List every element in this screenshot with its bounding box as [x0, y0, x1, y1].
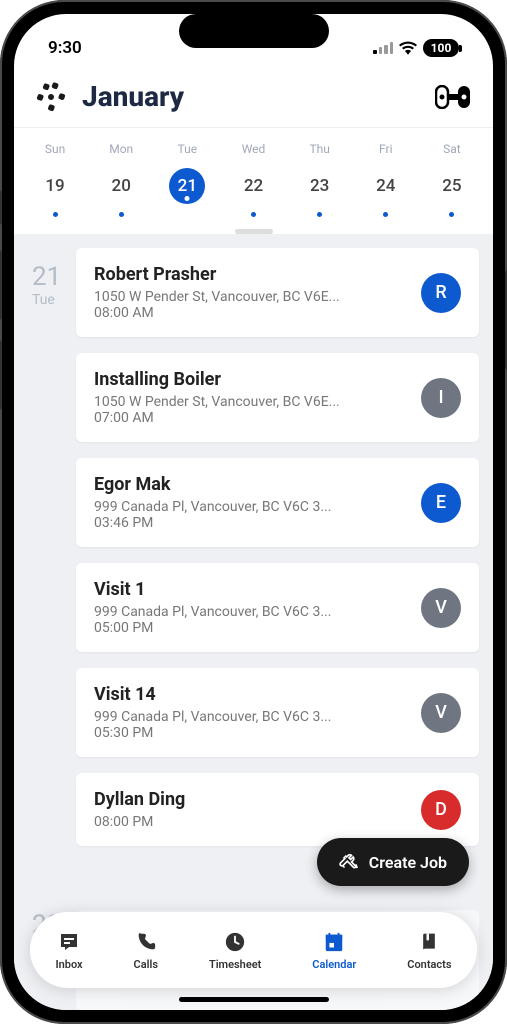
avatar: V — [421, 588, 461, 628]
event-time: 05:30 PM — [94, 725, 331, 741]
phone-icon — [134, 930, 158, 954]
event-dot — [119, 212, 124, 217]
event-card[interactable]: Robert Prasher 1050 W Pender St, Vancouve… — [76, 248, 479, 337]
day-label: 21 Tue — [14, 234, 76, 1010]
event-card[interactable]: Visit 1 999 Canada Pl, Vancouver, BC V6C … — [76, 563, 479, 652]
week-day-thu[interactable]: Thu 23 — [287, 142, 353, 217]
date-number: 24 — [368, 168, 404, 204]
nav-label: Contacts — [407, 958, 451, 971]
date-number: 23 — [302, 168, 338, 204]
screen: 9:30 100 January Sun 19 Mon 20 Tue 21 Wed 22 Thu… — [14, 14, 493, 1010]
create-job-button[interactable]: Create Job — [317, 838, 469, 886]
event-address: 999 Canada Pl, Vancouver, BC V6C 3... — [94, 499, 331, 515]
nav-label: Inbox — [55, 958, 82, 971]
event-address: 999 Canada Pl, Vancouver, BC V6C 3... — [94, 604, 331, 620]
view-switch-icon[interactable] — [435, 85, 471, 109]
event-address: 1050 W Pender St, Vancouver, BC V6E... — [94, 394, 340, 410]
event-dot — [317, 212, 322, 217]
date-number: 19 — [37, 168, 73, 204]
event-title: Robert Prasher — [94, 264, 340, 285]
week-day-fri[interactable]: Fri 24 — [353, 142, 419, 217]
event-title: Visit 1 — [94, 579, 331, 600]
nav-calendar[interactable]: Calendar — [312, 930, 356, 971]
week-day-wed[interactable]: Wed 22 — [220, 142, 286, 217]
event-title: Egor Mak — [94, 474, 331, 495]
week-row: Sun 19 Mon 20 Tue 21 Wed 22 Thu 23 Fri 24 Sat 25 — [14, 128, 493, 223]
nav-timesheet[interactable]: Timesheet — [209, 930, 261, 971]
app-logo-icon[interactable] — [36, 82, 66, 112]
event-time: 08:00 PM — [94, 814, 185, 830]
week-day-sat[interactable]: Sat 25 — [419, 142, 485, 217]
date-number: 20 — [103, 168, 139, 204]
avatar: I — [421, 378, 461, 418]
nav-inbox[interactable]: Inbox — [55, 930, 82, 971]
phone-notch — [179, 14, 329, 48]
event-card[interactable]: Installing Boiler 1050 W Pender St, Vanco… — [76, 353, 479, 442]
date-number: 22 — [235, 168, 271, 204]
avatar: R — [421, 273, 461, 313]
avatar: E — [421, 483, 461, 523]
event-list[interactable]: Robert Prasher 1050 W Pender St, Vancouve… — [76, 234, 493, 1010]
signal-icon — [373, 42, 393, 54]
event-dot — [53, 212, 58, 217]
dow-label: Wed — [220, 142, 286, 156]
page-title: January — [82, 80, 184, 113]
battery-indicator: 100 — [423, 39, 459, 57]
event-address: 1050 W Pender St, Vancouver, BC V6E... — [94, 289, 340, 305]
date-number: 21 — [169, 168, 205, 204]
event-time: 08:00 AM — [94, 305, 340, 321]
fab-label: Create Job — [369, 853, 447, 872]
phone-frame: 9:30 100 January Sun 19 Mon 20 Tue 21 Wed 22 Thu… — [0, 0, 507, 1024]
week-day-tue[interactable]: Tue 21 — [154, 142, 220, 217]
dow-label: Thu — [287, 142, 353, 156]
wifi-icon — [399, 41, 417, 55]
avatar: V — [421, 693, 461, 733]
event-title: Dyllan Ding — [94, 789, 185, 810]
event-title: Installing Boiler — [94, 369, 340, 390]
status-time: 9:30 — [48, 38, 82, 58]
nav-label: Calls — [134, 958, 158, 971]
content-area: 21 Tue Robert Prasher 1050 W Pender St, V… — [14, 234, 493, 1010]
event-card[interactable]: Visit 14 999 Canada Pl, Vancouver, BC V6C… — [76, 668, 479, 757]
tools-icon — [339, 852, 359, 872]
volume-up-button — [0, 250, 2, 320]
side-button — [0, 190, 2, 225]
volume-down-button — [0, 340, 2, 410]
bottom-nav: Inbox Calls Timesheet Calendar Contacts — [30, 912, 477, 988]
event-card[interactable]: Egor Mak 999 Canada Pl, Vancouver, BC V6C… — [76, 458, 479, 547]
event-dot — [449, 212, 454, 217]
nav-calls[interactable]: Calls — [134, 930, 158, 971]
dow-label: Sat — [419, 142, 485, 156]
dow-label: Tue — [154, 142, 220, 156]
dow-label: Sun — [22, 142, 88, 156]
event-dot — [251, 212, 256, 217]
dow-label: Fri — [353, 142, 419, 156]
nav-contacts[interactable]: Contacts — [407, 930, 451, 971]
event-time: 03:46 PM — [94, 515, 331, 531]
event-card[interactable]: Dyllan Ding 08:00 PM D — [76, 773, 479, 846]
inbox-icon — [57, 930, 81, 954]
event-time: 07:00 AM — [94, 410, 340, 426]
dow-label: Mon — [88, 142, 154, 156]
event-time: 05:00 PM — [94, 620, 331, 636]
app-header: January — [14, 68, 493, 128]
week-day-mon[interactable]: Mon 20 — [88, 142, 154, 217]
event-title: Visit 14 — [94, 684, 331, 705]
event-dot — [383, 212, 388, 217]
event-address: 999 Canada Pl, Vancouver, BC V6C 3... — [94, 709, 331, 725]
home-indicator[interactable] — [179, 997, 329, 1002]
nav-label: Calendar — [312, 958, 356, 971]
week-day-sun[interactable]: Sun 19 — [22, 142, 88, 217]
date-number: 25 — [434, 168, 470, 204]
book-icon — [417, 930, 441, 954]
nav-label: Timesheet — [209, 958, 261, 971]
avatar: D — [421, 790, 461, 830]
clock-icon — [223, 930, 247, 954]
calendar-icon — [322, 930, 346, 954]
